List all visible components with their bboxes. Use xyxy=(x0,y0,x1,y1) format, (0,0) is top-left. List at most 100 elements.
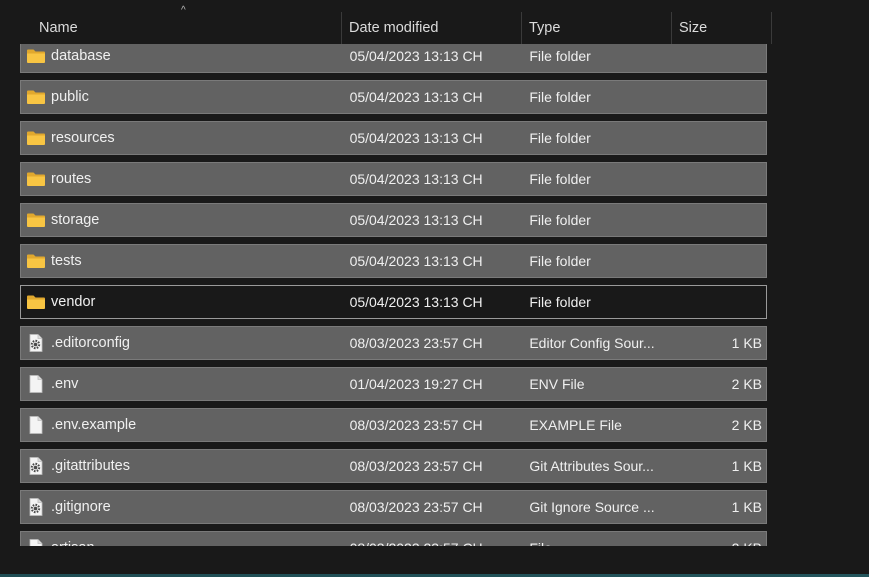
folder-icon xyxy=(27,49,45,63)
file-name: database xyxy=(51,48,111,64)
folder-icon xyxy=(26,293,51,311)
file-type: ENV File xyxy=(529,376,585,392)
file-name: .editorconfig xyxy=(51,335,130,351)
file-name: resources xyxy=(51,130,115,146)
column-header-name[interactable]: ^ Name xyxy=(20,5,342,44)
file-row-dot-editorconfig[interactable]: .editorconfig 08/03/2023 23:57 CH Editor… xyxy=(20,326,767,360)
file-name: routes xyxy=(51,171,92,187)
file-type: File folder xyxy=(529,212,591,228)
file-name: .gitignore xyxy=(51,499,111,515)
file-name: .env.example xyxy=(51,417,137,433)
file-date-modified: 05/04/2023 13:13 CH xyxy=(349,212,483,228)
settings-file-icon xyxy=(29,457,43,475)
file-icon xyxy=(26,539,51,546)
file-type: File folder xyxy=(529,130,591,146)
file-type: File folder xyxy=(529,171,591,187)
file-date-modified: 08/03/2023 23:57 CH xyxy=(349,335,483,351)
file-row-dot-env-example[interactable]: .env.example 08/03/2023 23:57 CH EXAMPLE… xyxy=(20,408,767,442)
file-name-cell: vendor xyxy=(21,293,343,311)
settings-file-icon xyxy=(26,457,51,475)
folder-icon xyxy=(26,211,51,229)
folder-icon xyxy=(27,131,45,145)
file-type: Git Attributes Sour... xyxy=(529,458,654,474)
file-icon xyxy=(26,375,51,393)
file-name: .env xyxy=(51,376,79,392)
file-name-cell: .editorconfig xyxy=(21,334,343,352)
file-date-modified: 08/03/2023 23:57 CH xyxy=(349,458,483,474)
file-row-dot-gitignore[interactable]: .gitignore 08/03/2023 23:57 CH Git Ignor… xyxy=(20,490,767,524)
file-row-vendor[interactable]: vendor 05/04/2023 13:13 CH File folder xyxy=(20,285,767,319)
file-type: EXAMPLE File xyxy=(529,417,622,433)
file-date-modified: 05/04/2023 13:13 CH xyxy=(349,294,483,310)
folder-icon xyxy=(27,254,45,268)
file-row-dot-env[interactable]: .env 01/04/2023 19:27 CH ENV File 2 KB xyxy=(20,367,767,401)
file-row-routes[interactable]: routes 05/04/2023 13:13 CH File folder xyxy=(20,162,767,196)
file-list[interactable]: database 05/04/2023 13:13 CH File folder… xyxy=(20,44,767,546)
column-header-name-label: Name xyxy=(39,20,78,36)
file-type: Git Ignore Source ... xyxy=(529,499,655,515)
file-date-modified: 05/04/2023 13:13 CH xyxy=(349,171,483,187)
column-header-date-label: Date modified xyxy=(349,20,439,36)
file-date-modified: 05/04/2023 13:13 CH xyxy=(349,48,483,64)
folder-icon xyxy=(26,47,51,65)
file-name: public xyxy=(51,89,89,105)
column-header-type[interactable]: Type xyxy=(522,8,672,44)
folder-icon xyxy=(27,90,45,104)
folder-icon xyxy=(26,252,51,270)
settings-file-icon xyxy=(26,498,51,516)
settings-file-icon xyxy=(29,334,43,352)
file-size: 2 KB xyxy=(731,376,762,392)
file-name-cell: .env.example xyxy=(21,416,343,434)
file-date-modified: 05/04/2023 13:13 CH xyxy=(349,253,483,269)
file-icon xyxy=(26,416,51,434)
file-type: File folder xyxy=(529,253,591,269)
file-type: File folder xyxy=(529,294,591,310)
file-row-storage[interactable]: storage 05/04/2023 13:13 CH File folder xyxy=(20,203,767,237)
sort-ascending-icon: ^ xyxy=(181,5,186,16)
file-size: 1 KB xyxy=(731,335,762,351)
file-name-cell: routes xyxy=(21,170,343,188)
file-date-modified: 01/04/2023 19:27 CH xyxy=(349,376,483,392)
settings-file-icon xyxy=(29,498,43,516)
file-row-dot-gitattributes[interactable]: .gitattributes 08/03/2023 23:57 CH Git A… xyxy=(20,449,767,483)
file-name-cell: .gitignore xyxy=(21,498,343,516)
file-icon xyxy=(29,539,43,546)
file-row-resources[interactable]: resources 05/04/2023 13:13 CH File folde… xyxy=(20,121,767,155)
file-name-cell: tests xyxy=(21,252,343,270)
file-explorer: ^ Name Date modified Type Size database … xyxy=(0,0,869,577)
file-date-modified: 05/04/2023 13:13 CH xyxy=(349,130,483,146)
folder-icon xyxy=(27,213,45,227)
folder-icon xyxy=(26,170,51,188)
file-row-tests[interactable]: tests 05/04/2023 13:13 CH File folder xyxy=(20,244,767,278)
file-date-modified: 05/04/2023 13:13 CH xyxy=(349,89,483,105)
file-size: 1 KB xyxy=(731,458,762,474)
column-header-date-modified[interactable]: Date modified xyxy=(342,8,522,44)
file-name-cell: resources xyxy=(21,129,343,147)
file-date-modified: 08/03/2023 23:57 CH xyxy=(349,499,483,515)
file-name: .gitattributes xyxy=(51,458,130,474)
file-size: 1 KB xyxy=(731,499,762,515)
file-name: tests xyxy=(51,253,82,269)
file-type: File folder xyxy=(529,48,591,64)
file-name-cell: database xyxy=(21,47,343,65)
folder-icon xyxy=(26,88,51,106)
file-name-cell: storage xyxy=(21,211,343,229)
column-header-bar: ^ Name Date modified Type Size xyxy=(20,5,772,44)
file-type: File folder xyxy=(529,89,591,105)
file-name-cell: public xyxy=(21,88,343,106)
file-icon xyxy=(29,416,43,434)
file-size: 2 KB xyxy=(731,417,762,433)
settings-file-icon xyxy=(26,334,51,352)
file-row-artisan[interactable]: artisan 08/03/2023 23:57 CH File 2 KB xyxy=(20,531,767,546)
file-date-modified: 08/03/2023 23:57 CH xyxy=(349,417,483,433)
file-name: vendor xyxy=(51,294,96,310)
file-icon xyxy=(29,375,43,393)
column-header-size[interactable]: Size xyxy=(672,8,772,44)
file-row-public[interactable]: public 05/04/2023 13:13 CH File folder xyxy=(20,80,767,114)
file-name-cell: artisan xyxy=(21,539,343,546)
column-header-type-label: Type xyxy=(529,20,561,36)
file-name: storage xyxy=(51,212,100,228)
file-row-database[interactable]: database 05/04/2023 13:13 CH File folder xyxy=(20,44,767,73)
file-name-cell: .gitattributes xyxy=(21,457,343,475)
column-header-size-label: Size xyxy=(679,20,708,36)
